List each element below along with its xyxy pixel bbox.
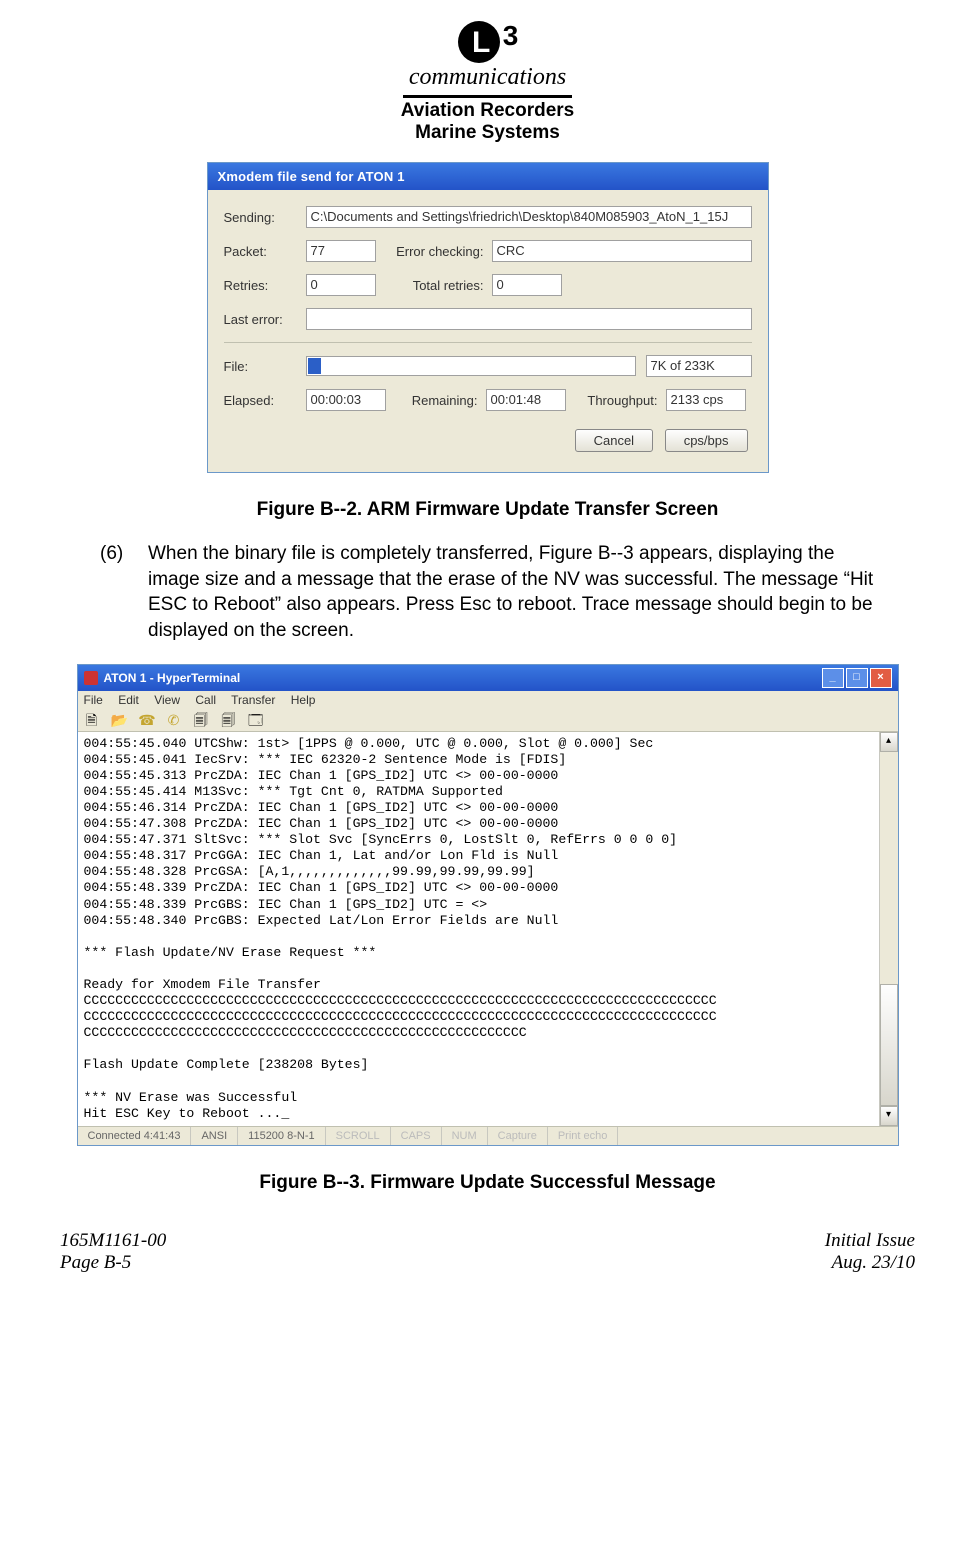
scrollbar-thumb[interactable] — [880, 984, 898, 1106]
xmodem-dialog: Xmodem file send for ATON 1 Sending: C:\… — [207, 162, 769, 473]
label-last-error: Last error: — [224, 312, 306, 327]
page-footer: 165M1161-00 Page B-5 Initial Issue Aug. … — [60, 1230, 915, 1274]
field-retries: 0 — [306, 274, 376, 296]
label-packet: Packet: — [224, 244, 306, 259]
status-capture: Capture — [488, 1127, 548, 1145]
footer-issue: Initial Issue — [825, 1230, 915, 1252]
cancel-button[interactable]: Cancel — [575, 429, 653, 452]
label-error-checking: Error checking: — [376, 244, 492, 259]
phone-icon[interactable]: ☎ — [138, 712, 154, 728]
label-throughput: Throughput: — [566, 393, 666, 408]
hangup-icon[interactable]: ✆ — [166, 712, 182, 728]
figure-caption-b3: Figure B--3. Firmware Update Successful … — [60, 1172, 915, 1194]
receive-icon[interactable]: 🗐 — [220, 712, 236, 728]
dialog-title: Xmodem file send for ATON 1 — [208, 163, 768, 190]
open-icon[interactable]: 📂 — [111, 712, 127, 728]
hyperterminal-icon — [84, 671, 98, 685]
logo-super: 3 — [503, 20, 519, 52]
vertical-scrollbar[interactable]: ▴ ▾ — [879, 732, 898, 1126]
label-file: File: — [224, 359, 306, 374]
label-retries: Retries: — [224, 278, 306, 293]
menu-help[interactable]: Help — [291, 693, 316, 707]
label-elapsed: Elapsed: — [224, 393, 306, 408]
properties-icon[interactable]: 🗔 — [248, 712, 264, 728]
brand-header: L 3 communications Aviation Recorders Ma… — [60, 20, 915, 144]
status-bar: Connected 4:41:43 ANSI 115200 8-N-1 SCRO… — [78, 1126, 898, 1145]
status-caps: CAPS — [391, 1127, 442, 1145]
header-sub1: Aviation Recorders — [60, 100, 915, 122]
footer-pagenum: Page B-5 — [60, 1252, 166, 1274]
label-sending: Sending: — [224, 210, 306, 225]
menu-call[interactable]: Call — [195, 693, 216, 707]
status-connected: Connected 4:41:43 — [78, 1127, 192, 1145]
field-throughput: 2133 cps — [666, 389, 746, 411]
terminal-titlebar: ATON 1 - HyperTerminal _ □ × — [78, 665, 898, 691]
field-remaining: 00:01:48 — [486, 389, 566, 411]
menu-view[interactable]: View — [154, 693, 180, 707]
menu-bar: File Edit View Call Transfer Help — [78, 691, 898, 709]
status-encoding: ANSI — [191, 1127, 238, 1145]
menu-edit[interactable]: Edit — [118, 693, 139, 707]
logo-communications: communications — [403, 64, 572, 91]
divider — [224, 342, 752, 343]
hyperterminal-window: ATON 1 - HyperTerminal _ □ × File Edit V… — [77, 664, 899, 1146]
menu-file[interactable]: File — [84, 693, 103, 707]
status-num: NUM — [442, 1127, 488, 1145]
field-total-retries: 0 — [492, 274, 562, 296]
menu-transfer[interactable]: Transfer — [231, 693, 275, 707]
figure-caption-b2: Figure B--2. ARM Firmware Update Transfe… — [60, 499, 915, 521]
close-button[interactable]: × — [870, 668, 892, 688]
file-progress-bar — [306, 356, 636, 376]
scroll-down-icon[interactable]: ▾ — [880, 1106, 898, 1126]
para-number: (6) — [100, 541, 148, 644]
status-scroll: SCROLL — [326, 1127, 391, 1145]
maximize-button[interactable]: □ — [846, 668, 868, 688]
footer-date: Aug. 23/10 — [825, 1252, 915, 1274]
svg-text:L: L — [472, 26, 490, 59]
terminal-title: ATON 1 - HyperTerminal — [104, 671, 241, 685]
status-baud: 115200 8-N-1 — [238, 1127, 325, 1145]
terminal-body[interactable]: 004:55:45.040 UTCShw: 1st> [1PPS @ 0.000… — [78, 732, 879, 1126]
field-error-checking: CRC — [492, 240, 752, 262]
field-sending: C:\Documents and Settings\friedrich\Desk… — [306, 206, 752, 228]
footer-docnum: 165M1161-00 — [60, 1230, 166, 1252]
toolbar: 🗎 📂 ☎ ✆ 🗐 🗐 🗔 — [78, 709, 898, 732]
l3-logo-icon: L — [457, 20, 501, 64]
status-printecho: Print echo — [548, 1127, 619, 1145]
field-last-error — [306, 308, 752, 330]
paragraph-6: (6) When the binary file is completely t… — [100, 541, 875, 644]
header-sub2: Marine Systems — [60, 122, 915, 144]
field-packet: 77 — [306, 240, 376, 262]
scroll-up-icon[interactable]: ▴ — [880, 732, 898, 752]
send-icon[interactable]: 🗐 — [193, 712, 209, 728]
cpsbps-button[interactable]: cps/bps — [665, 429, 748, 452]
minimize-button[interactable]: _ — [822, 668, 844, 688]
label-total-retries: Total retries: — [376, 278, 492, 293]
new-icon[interactable]: 🗎 — [84, 712, 100, 728]
para-text: When the binary file is completely trans… — [148, 541, 875, 644]
field-file-progress: 7K of 233K — [646, 355, 752, 377]
field-elapsed: 00:00:03 — [306, 389, 386, 411]
label-remaining: Remaining: — [386, 393, 486, 408]
